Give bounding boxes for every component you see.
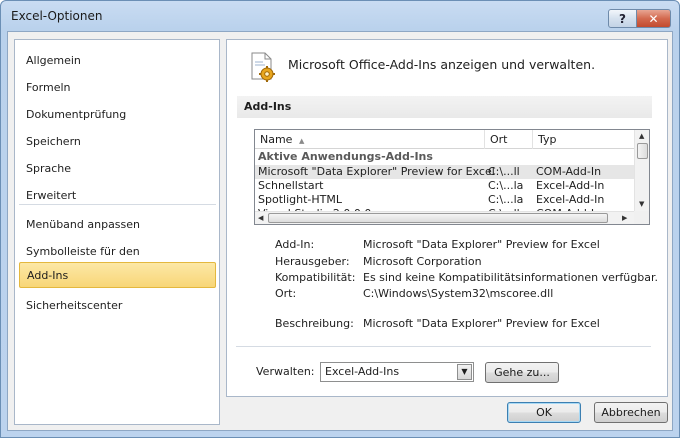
detail-label-compat: Kompatibilität: bbox=[275, 271, 356, 284]
manage-label: Verwalten: bbox=[256, 365, 315, 378]
row-typ: Excel-Add-In bbox=[536, 193, 605, 206]
row-ort: C:\...la bbox=[488, 193, 524, 206]
row-typ: Excel-Add-In bbox=[536, 179, 605, 192]
ok-button[interactable]: OK bbox=[507, 402, 581, 423]
detail-label-publisher: Herausgeber: bbox=[275, 255, 350, 268]
nav-item-menueband[interactable]: Menüband anpassen bbox=[19, 212, 216, 238]
scroll-left-icon[interactable]: ◀ bbox=[258, 214, 263, 222]
detail-label-description: Beschreibung: bbox=[275, 317, 354, 330]
title-bar: Excel-Optionen ? ✕ bbox=[1, 1, 679, 31]
nav-item-sicherheitscenter[interactable]: Sicherheitscenter bbox=[19, 293, 216, 319]
close-button[interactable]: ✕ bbox=[636, 9, 671, 28]
detail-value-addin: Microsoft "Data Explorer" Preview for Ex… bbox=[363, 238, 600, 251]
scroll-up-icon[interactable]: ▲ bbox=[639, 132, 644, 140]
horizontal-scroll-thumb[interactable] bbox=[268, 213, 608, 223]
manage-select-value: Excel-Add-Ins bbox=[325, 365, 400, 378]
column-header-ort[interactable]: Ort bbox=[485, 130, 508, 149]
row-typ: COM-Add-In bbox=[536, 165, 602, 178]
list-row[interactable]: Schnellstart C:\...la Excel-Add-In bbox=[255, 179, 634, 193]
detail-value-location: C:\Windows\System32\mscoree.dll bbox=[363, 287, 554, 300]
nav-item-dokumentpruefung[interactable]: Dokumentprüfung bbox=[19, 102, 216, 128]
row-ort: C:\...la bbox=[488, 179, 524, 192]
horizontal-scrollbar[interactable]: ◀ ▶ bbox=[255, 211, 634, 224]
section-title-add-ins: Add-Ins bbox=[237, 96, 652, 118]
scroll-right-icon[interactable]: ▶ bbox=[622, 214, 627, 222]
list-row[interactable]: Spotlight-HTML C:\...la Excel-Add-In bbox=[255, 193, 634, 207]
detail-value-compat: Es sind keine Kompatibilitätsinformation… bbox=[363, 271, 658, 284]
group-header-active: Aktive Anwendungs-Add-Ins bbox=[258, 150, 433, 163]
row-name: Schnellstart bbox=[258, 179, 324, 192]
manage-select[interactable]: Excel-Add-Ins ▼ bbox=[320, 362, 474, 382]
scroll-down-icon[interactable]: ▼ bbox=[639, 200, 644, 208]
addins-gear-icon bbox=[251, 52, 275, 82]
vertical-scrollbar[interactable]: ▲ ▼ bbox=[634, 130, 649, 211]
cancel-button[interactable]: Abbrechen bbox=[594, 402, 668, 423]
row-name: Microsoft "Data Explorer" Preview for Ex… bbox=[258, 165, 495, 178]
list-header: Name ▲ Ort Typ bbox=[255, 130, 634, 149]
panel-header-text: Microsoft Office-Add-Ins anzeigen und ve… bbox=[288, 57, 596, 72]
sort-ascending-icon: ▲ bbox=[298, 137, 305, 145]
row-ort: C:\...ll bbox=[488, 165, 520, 178]
dialog-client-area: Allgemein Formeln Dokumentprüfung Speich… bbox=[7, 31, 673, 431]
excel-options-window: Excel-Optionen ? ✕ Allgemein Formeln Dok… bbox=[0, 0, 680, 438]
nav-item-formeln[interactable]: Formeln bbox=[19, 75, 216, 101]
detail-value-publisher: Microsoft Corporation bbox=[363, 255, 482, 268]
nav-item-add-ins[interactable]: Add-Ins bbox=[19, 262, 216, 288]
nav-item-allgemein[interactable]: Allgemein bbox=[19, 48, 216, 74]
nav-item-speichern[interactable]: Speichern bbox=[19, 129, 216, 155]
list-row[interactable]: Microsoft "Data Explorer" Preview for Ex… bbox=[255, 165, 634, 179]
vertical-scroll-thumb[interactable] bbox=[637, 143, 648, 159]
nav-item-sprache[interactable]: Sprache bbox=[19, 156, 216, 182]
column-header-typ[interactable]: Typ bbox=[533, 130, 557, 149]
addins-list[interactable]: Name ▲ Ort Typ Aktive Anwendungs-Add-Ins… bbox=[254, 129, 650, 225]
manage-separator bbox=[236, 346, 651, 347]
detail-value-description: Microsoft "Data Explorer" Preview for Ex… bbox=[363, 317, 600, 330]
column-name-label: Name bbox=[260, 133, 293, 146]
scrollbar-corner bbox=[634, 211, 649, 224]
help-button[interactable]: ? bbox=[608, 9, 637, 28]
nav-item-erweitert[interactable]: Erweitert bbox=[19, 183, 216, 209]
detail-label-addin: Add-In: bbox=[275, 238, 315, 251]
nav-separator bbox=[19, 204, 216, 205]
addins-panel: Microsoft Office-Add-Ins anzeigen und ve… bbox=[226, 39, 668, 397]
detail-label-location: Ort: bbox=[275, 287, 297, 300]
go-to-button[interactable]: Gehe zu... bbox=[485, 362, 559, 383]
row-name: Spotlight-HTML bbox=[258, 193, 342, 206]
options-nav: Allgemein Formeln Dokumentprüfung Speich… bbox=[14, 39, 220, 425]
window-title: Excel-Optionen bbox=[11, 9, 103, 23]
column-header-name[interactable]: Name ▲ bbox=[255, 130, 304, 149]
chevron-down-icon[interactable]: ▼ bbox=[457, 364, 472, 380]
